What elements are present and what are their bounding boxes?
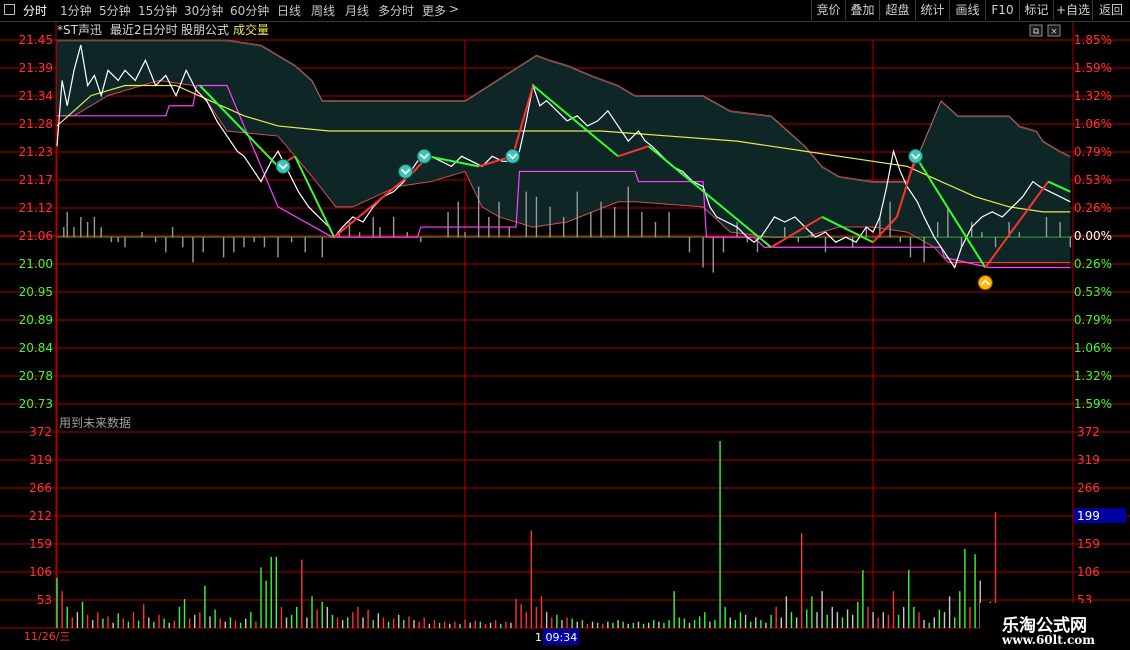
- percent-tick-label: 0.79%: [1074, 313, 1112, 327]
- sell-signal-icon: [275, 158, 291, 174]
- price-tick-label: 20.73: [19, 397, 53, 411]
- sell-signal-icon: [416, 148, 432, 164]
- price-tick-label: 20.95: [19, 285, 53, 299]
- percent-tick-label: 1.32%: [1074, 89, 1112, 103]
- volume-indicator-label: 成交量: [233, 22, 269, 37]
- volume-tick-label: 212: [29, 509, 52, 523]
- price-tick-label: 20.84: [19, 341, 53, 355]
- volume-tick-label-right: 106: [1077, 565, 1100, 579]
- price-tick-label: 21.12: [19, 201, 53, 215]
- volume-tick-label-right: 266: [1077, 481, 1100, 495]
- percent-tick-label: 0.26%: [1074, 257, 1112, 271]
- intraday-chart[interactable]: 21.45 21.39 21.34 21.28 21.23 21.17 21.12 21.06…: [0, 0, 1130, 650]
- price-tick-label: 21.23: [19, 145, 53, 159]
- price-tick-label: 21.17: [19, 173, 53, 187]
- volume-tick-label-right: 372: [1077, 425, 1100, 439]
- volume-tick-label: 372: [29, 425, 52, 439]
- buy-signal-icon: [977, 275, 993, 291]
- volume-tick-label: 266: [29, 481, 52, 495]
- price-tick-label: 21.34: [19, 89, 53, 103]
- sell-signal-icon: [398, 163, 414, 179]
- volume-tick-label: 53: [37, 593, 52, 607]
- formula-name: 股朋公式: [181, 23, 229, 37]
- percent-tick-label: 1.59%: [1074, 397, 1112, 411]
- volume-tick-label: 159: [29, 537, 52, 551]
- close-panel-icon-glyph: ×: [1050, 27, 1058, 37]
- sell-signal-icon: [908, 148, 924, 164]
- percent-tick-label: 1.06%: [1074, 341, 1112, 355]
- price-tick-label: 21.06: [19, 229, 53, 243]
- percent-tick-label: 1.32%: [1074, 369, 1112, 383]
- price-tick-label: 21.45: [19, 33, 53, 47]
- price-tick-label: 21.28: [19, 117, 53, 131]
- period-label: 最近2日分时: [110, 23, 178, 37]
- volume-tick-label-right: 159: [1077, 537, 1100, 551]
- percent-tick-label: 0.26%: [1074, 201, 1112, 215]
- stock-name: *ST声迅: [57, 23, 102, 37]
- crosshair-time-label: 1 09:34: [535, 631, 577, 644]
- watermark-url: www.60lt.com: [1002, 633, 1095, 647]
- restore-window-icon-glyph: ⧉: [1033, 27, 1040, 37]
- price-tick-label: 21.00: [19, 257, 53, 271]
- percent-tick-label: 0.53%: [1074, 173, 1112, 187]
- watermark: 乐淘公式网 www.60lt.com: [980, 603, 1130, 650]
- percent-tick-label: 0.53%: [1074, 285, 1112, 299]
- future-data-note: 用到未来数据: [59, 415, 131, 430]
- volume-tick-label-right: 319: [1077, 453, 1100, 467]
- price-tick-label: 20.89: [19, 313, 53, 327]
- percent-tick-label: 0.79%: [1074, 145, 1112, 159]
- sell-signal-icon: [505, 148, 521, 164]
- percent-tick-label: 1.59%: [1074, 61, 1112, 75]
- volume-tick-label: 319: [29, 453, 52, 467]
- percent-tick-label: 1.85%: [1074, 33, 1112, 47]
- volume-current-value: 199: [1077, 509, 1100, 523]
- percent-tick-label: 1.06%: [1074, 117, 1112, 131]
- date-label: 11/26/三: [24, 630, 70, 643]
- volume-tick-label: 106: [29, 565, 52, 579]
- price-tick-label: 20.78: [19, 369, 53, 383]
- percent-tick-label: 0.00%: [1074, 229, 1112, 243]
- price-tick-label: 21.39: [19, 61, 53, 75]
